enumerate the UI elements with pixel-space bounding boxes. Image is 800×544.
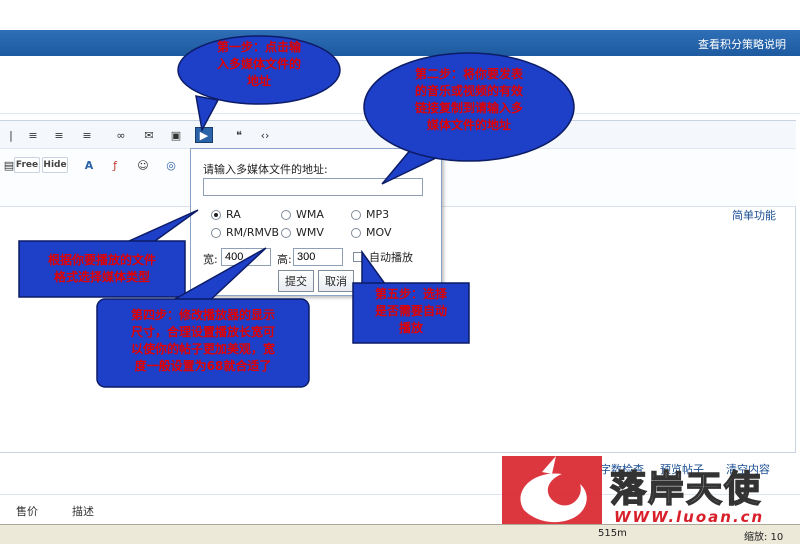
height-input[interactable]	[293, 248, 343, 266]
radio-selected-icon	[211, 209, 221, 220]
site-watermark: 落岸天使 WWW.luoan.cn	[502, 452, 800, 526]
align-right-icon[interactable]: ≡	[78, 127, 96, 143]
image-icon[interactable]: ▣	[167, 127, 185, 143]
radio-icon	[351, 227, 361, 238]
url-label: 请输入多媒体文件的地址:	[203, 163, 328, 176]
callout-step3: 根据你要播放的文件 格式选择媒体类型	[18, 209, 199, 298]
callout-step1: 第一步：点击输 入多媒体文件的 地址	[176, 34, 342, 133]
points-policy-link[interactable]: 查看积分策略说明	[698, 36, 786, 52]
simple-mode-link[interactable]: 简单功能	[732, 207, 776, 223]
radio-icon	[351, 209, 361, 220]
width-label: 宽:	[203, 253, 218, 266]
align-center-icon[interactable]: ≡	[50, 127, 68, 143]
radio-icon	[281, 209, 291, 220]
font-icon[interactable]: A	[80, 157, 98, 173]
status-size: 515m	[598, 528, 627, 539]
tab-description[interactable]: 描述	[72, 503, 94, 519]
submit-button[interactable]: 提交	[278, 270, 314, 292]
radio-icon	[281, 227, 291, 238]
tab-price[interactable]: 售价	[16, 503, 38, 519]
callout-step4: 第四步：修改播放器的显示 尺寸，合理设置播放长宽可 以使你的帖子更加美观，宽 度一般设…	[96, 247, 310, 388]
quote-icon[interactable]: ❝	[230, 127, 248, 143]
code-icon[interactable]: ‹›	[256, 127, 274, 143]
free-tag-button[interactable]: Free	[14, 157, 40, 173]
multimedia-icon[interactable]: ▶	[195, 127, 213, 143]
align-left-icon[interactable]: ≡	[24, 127, 42, 143]
watermark-url: WWW.luoan.cn	[614, 508, 765, 526]
email-icon[interactable]: ✉	[140, 127, 158, 143]
watermark-brand: 落岸天使	[609, 468, 763, 511]
radio-icon	[211, 227, 221, 238]
qq-icon[interactable]: ☺	[134, 157, 152, 173]
format-radio-wmv[interactable]: WMV	[281, 226, 324, 239]
format-radio-ra[interactable]: RA	[211, 208, 241, 221]
link-icon[interactable]: ∞	[112, 127, 130, 143]
media-icon[interactable]: ◎	[162, 157, 180, 173]
hide-tag-button[interactable]: Hide	[42, 157, 68, 173]
align-prev-icon[interactable]: |	[2, 127, 20, 143]
cancel-button[interactable]: 取消	[318, 270, 354, 292]
browser-statusbar: 515m 缩放: 10	[0, 524, 800, 544]
status-zoom[interactable]: 缩放: 10	[744, 528, 783, 543]
format-radio-mov[interactable]: MOV	[351, 226, 391, 239]
callout-step5: 第五步：选择 是否需要自动 播放	[352, 249, 470, 344]
format-radio-rmvb[interactable]: RM/RMVB	[211, 226, 279, 239]
format-radio-mp3[interactable]: MP3	[351, 208, 389, 221]
flash-icon[interactable]: ƒ	[106, 157, 124, 173]
callout-step2: 第二步：将你要发表 的音乐或视频的有效 链接复制到请输入多 媒体文件的地址	[362, 52, 576, 185]
height-label: 高:	[277, 253, 292, 266]
format-radio-wma[interactable]: WMA	[281, 208, 324, 221]
